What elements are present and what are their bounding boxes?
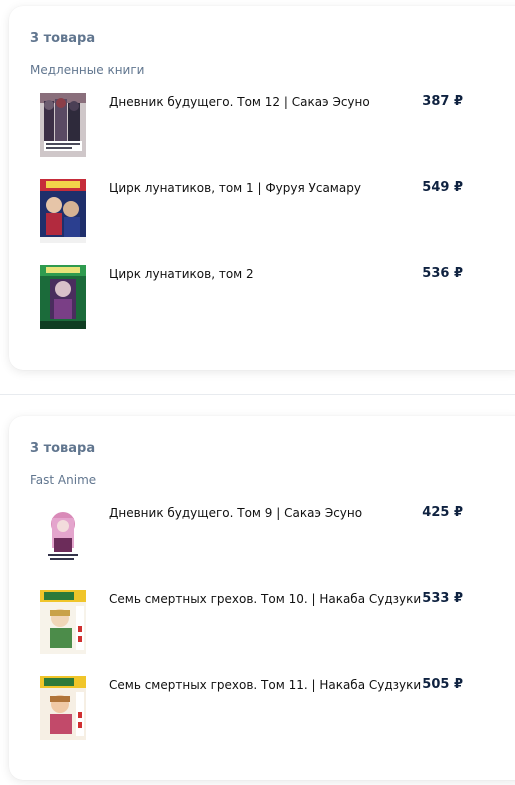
product-title[interactable]: Семь смертных грехов. Том 10. | Накаба С… [109, 592, 421, 606]
manga-cover-image[interactable] [40, 590, 86, 654]
product-title[interactable]: Цирк лунатиков, том 1 | Фуруя Усамару [109, 181, 361, 195]
item-count: 3 товара [30, 441, 96, 456]
order-item[interactable]: Семь смертных грехов. Том 11. | Накаба С… [40, 676, 470, 742]
order-item[interactable]: Цирк лунатиков, том 2 536 ₽ [40, 265, 470, 331]
manga-cover-image[interactable] [40, 265, 86, 329]
manga-cover-image[interactable] [40, 676, 86, 740]
product-price: 387 ₽ [422, 94, 463, 109]
product-price: 533 ₽ [422, 591, 463, 606]
order-item[interactable]: Семь смертных грехов. Том 10. | Накаба С… [40, 590, 470, 656]
order-item[interactable]: Дневник будущего. Том 12 | Сакаэ Эсуно 3… [40, 93, 470, 159]
product-title[interactable]: Цирк лунатиков, том 2 [109, 267, 254, 281]
product-price: 425 ₽ [422, 505, 463, 520]
seller-name[interactable]: Fast Anime [30, 473, 96, 487]
manga-cover-image[interactable] [40, 179, 86, 243]
divider [0, 394, 515, 395]
order-card: 3 товара Медленные книги Дневник будущег… [9, 6, 515, 370]
product-price: 536 ₽ [422, 266, 463, 281]
manga-cover-image[interactable] [40, 93, 86, 157]
page: 3 товара Медленные книги Дневник будущег… [0, 0, 515, 785]
product-price: 505 ₽ [422, 677, 463, 692]
product-title[interactable]: Дневник будущего. Том 9 | Сакаэ Эсуно [109, 506, 362, 520]
order-item[interactable]: Дневник будущего. Том 9 | Сакаэ Эсуно 42… [40, 504, 470, 570]
product-price: 549 ₽ [422, 180, 463, 195]
order-item[interactable]: Цирк лунатиков, том 1 | Фуруя Усамару 54… [40, 179, 470, 245]
item-count: 3 товара [30, 31, 96, 46]
seller-name[interactable]: Медленные книги [30, 63, 144, 77]
product-title[interactable]: Дневник будущего. Том 12 | Сакаэ Эсуно [109, 95, 370, 109]
product-title[interactable]: Семь смертных грехов. Том 11. | Накаба С… [109, 678, 421, 692]
order-card: 3 товара Fast Anime Дневник будущего. То… [9, 416, 515, 780]
manga-cover-image[interactable] [40, 504, 86, 568]
